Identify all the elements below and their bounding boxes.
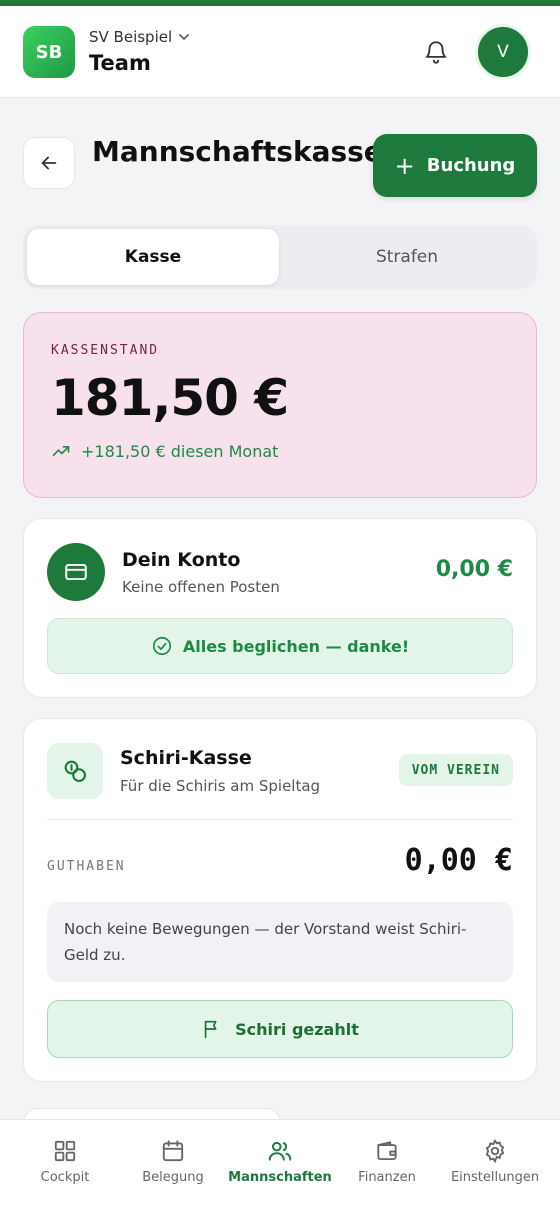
dashboard-icon <box>54 1140 76 1162</box>
tab-kasse[interactable]: Kasse <box>27 229 279 285</box>
nav-belegung[interactable]: Belegung <box>117 1120 229 1212</box>
account-amount: 0,00 € <box>435 557 513 582</box>
check-circle-icon <box>152 636 171 656</box>
account-status-text: Alles beglichen — danke! <box>182 636 410 656</box>
nav-label: Einstellungen <box>450 1170 540 1185</box>
segmented-tabs: Kasse Strafen <box>23 225 537 289</box>
balance-trend: +181,50 € diesen Monat <box>51 441 278 461</box>
credit-card-icon <box>65 563 87 581</box>
bottom-navigation: Cockpit Belegung Mannschaften Finanzen E… <box>0 1119 560 1212</box>
coins-icon <box>64 760 86 782</box>
referee-fund-subtitle: Für die Schiris am Spieltag <box>120 777 321 795</box>
nav-label: Belegung <box>142 1170 204 1185</box>
wallet-icon <box>377 1141 397 1161</box>
add-booking-label: Buchung <box>426 155 516 176</box>
account-card: Dein Konto Keine offenen Posten 0,00 € A… <box>23 518 537 698</box>
user-avatar[interactable]: V <box>475 24 531 80</box>
nav-mannschaften[interactable]: Mannschaften <box>224 1120 336 1212</box>
coins-icon-badge <box>47 743 103 799</box>
tab-strafen[interactable]: Strafen <box>281 229 533 285</box>
balance-value: 181,50 € <box>51 369 289 427</box>
avatar-initial: V <box>497 42 509 62</box>
back-button[interactable] <box>23 137 75 189</box>
users-icon <box>268 1141 292 1161</box>
org-name: SV Beispiel <box>89 28 173 46</box>
balance-label: KASSENSTAND <box>51 343 160 358</box>
trending-up-icon <box>52 446 70 456</box>
arrow-left-icon <box>41 156 57 170</box>
nav-einstellungen[interactable]: Einstellungen <box>439 1120 551 1212</box>
gear-icon <box>485 1138 505 1164</box>
referee-paid-label: Schiri gezahlt <box>235 1019 359 1039</box>
card-icon-badge <box>47 543 105 601</box>
balance-trend-text: +181,50 € diesen Monat <box>81 441 279 461</box>
source-badge: VOM VEREIN <box>398 754 513 786</box>
empty-state: Noch keine Bewegungen — der Vorstand wei… <box>47 902 513 982</box>
add-booking-button[interactable]: + Buchung <box>373 134 537 197</box>
nav-label: Mannschaften <box>228 1170 332 1185</box>
page-title: Mannschaftskasse <box>92 135 383 168</box>
team-name: Team <box>89 51 151 75</box>
logo-initials: SB <box>35 41 63 63</box>
bell-icon <box>425 41 447 64</box>
calendar-icon <box>162 1140 184 1162</box>
account-status: Alles beglichen — danke! <box>47 618 513 674</box>
chevron-down-icon <box>179 34 189 41</box>
plus-icon: + <box>394 151 415 180</box>
nav-finanzen[interactable]: Finanzen <box>331 1120 443 1212</box>
nav-label: Cockpit <box>40 1170 90 1185</box>
org-switcher[interactable]: SV Beispiel <box>89 28 190 46</box>
nav-label: Finanzen <box>358 1170 416 1185</box>
account-title: Dein Konto <box>122 549 241 571</box>
account-subtitle: Keine offenen Posten <box>122 578 280 596</box>
credit-label: GUTHABEN <box>47 859 126 874</box>
divider <box>47 819 513 820</box>
referee-fund-card: Schiri-Kasse Für die Schiris am Spieltag… <box>23 718 537 1082</box>
balance-card: KASSENSTAND 181,50 € +181,50 € diesen Mo… <box>23 312 537 498</box>
nav-cockpit[interactable]: Cockpit <box>9 1120 121 1212</box>
club-logo[interactable]: SB <box>23 26 75 78</box>
app-header: SB SV Beispiel Team V <box>0 6 560 98</box>
flag-icon <box>204 1020 217 1039</box>
credit-value: 0,00 € <box>404 843 513 878</box>
referee-fund-title: Schiri-Kasse <box>120 747 252 769</box>
referee-paid-button[interactable]: Schiri gezahlt <box>47 1000 513 1058</box>
notifications-button[interactable] <box>420 36 452 68</box>
